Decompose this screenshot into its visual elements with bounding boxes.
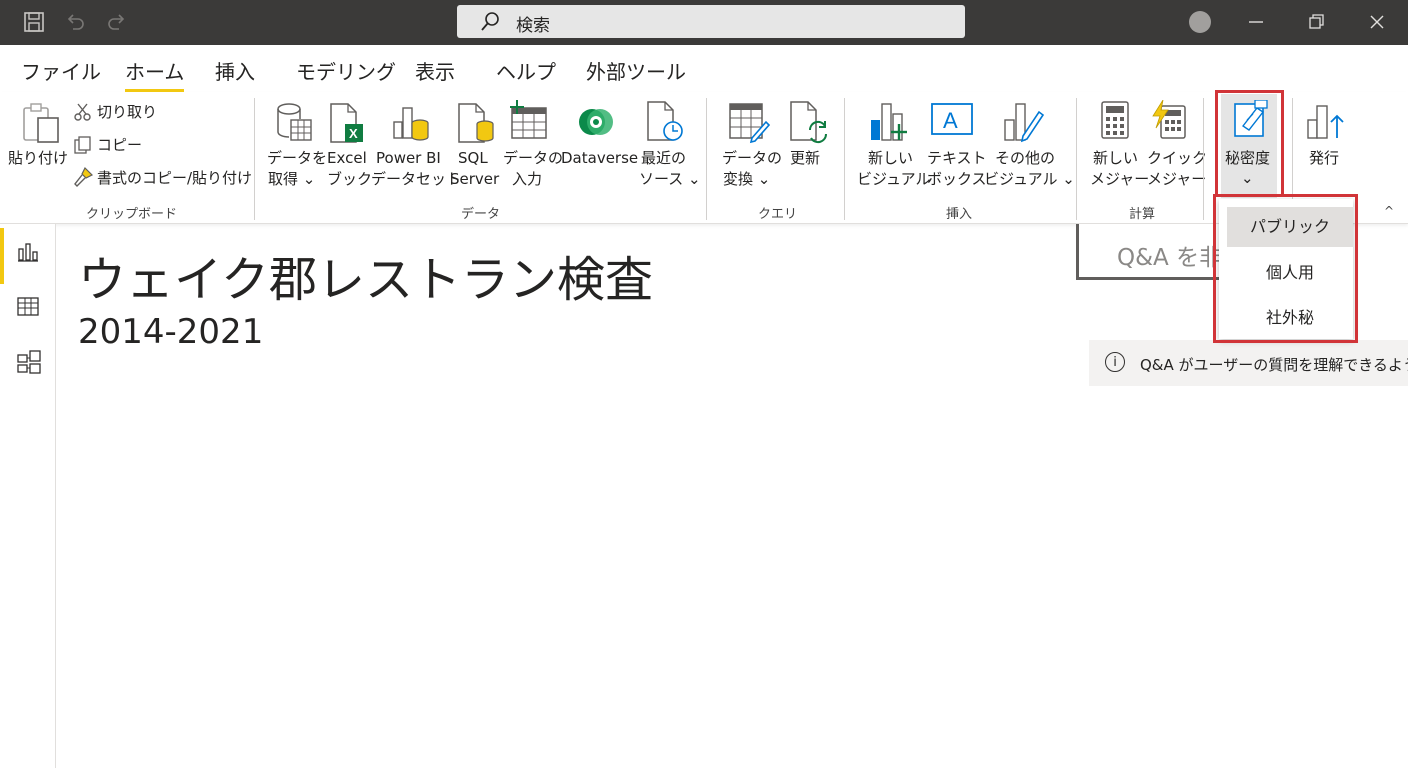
- separator: [254, 98, 255, 220]
- excel-label-2: ブック: [327, 170, 373, 188]
- data-group-label: データ: [461, 207, 501, 222]
- calc-group-label: 計算: [1129, 207, 1156, 222]
- text-box-label-2: ボックス: [927, 170, 987, 188]
- clipboard-group-label: クリップボード: [86, 207, 178, 222]
- calculator-icon: [1101, 101, 1129, 139]
- separator: [844, 98, 845, 220]
- format-painter-icon: [74, 166, 94, 187]
- recent-sources-icon: [647, 101, 683, 141]
- recent-sources-label-2: ソース ⌄: [639, 170, 701, 188]
- recent-sources-label-1: 最近の: [641, 149, 687, 167]
- excel-label-1: Excel: [327, 149, 367, 167]
- highlight-box: [1215, 90, 1284, 197]
- enter-data-label-2: 入力: [512, 170, 543, 188]
- report-view-icon[interactable]: [17, 241, 39, 263]
- highlight-box: [1213, 194, 1358, 343]
- text-box-label-1: テキスト: [927, 149, 987, 167]
- save-icon[interactable]: [21, 9, 47, 35]
- dataverse-label: Dataverse: [561, 149, 639, 167]
- info-icon: i: [1105, 352, 1125, 372]
- refresh-label: 更新: [790, 149, 821, 167]
- tab-external-tools[interactable]: 外部ツール: [586, 56, 686, 85]
- sql-server-icon: [458, 103, 494, 143]
- close-icon[interactable]: [1364, 9, 1390, 35]
- power-bi-dataset-icon: [393, 107, 429, 141]
- publish-icon: [1307, 105, 1344, 139]
- undo-icon[interactable]: [62, 9, 88, 35]
- quick-measure-label-2: メジャー: [1147, 170, 1207, 188]
- cut-label: 切り取り: [97, 103, 158, 121]
- active-view-indicator: [0, 228, 4, 284]
- collapse-ribbon-icon[interactable]: ^: [1384, 204, 1394, 218]
- new-measure-label-2: メジャー: [1090, 170, 1150, 188]
- enter-data-table-icon: [510, 100, 547, 139]
- sql-label-1: SQL: [458, 149, 488, 167]
- new-visual-icon: [871, 103, 907, 141]
- search-icon: [481, 12, 499, 31]
- model-view-icon[interactable]: [17, 350, 41, 374]
- qa-info-text: Q&A がユーザーの質問を理解できるように: [1140, 356, 1408, 374]
- qa-info-banner: i Q&A がユーザーの質問を理解できるように: [1089, 340, 1408, 386]
- search-placeholder: 検索: [516, 16, 550, 36]
- search-input[interactable]: 検索: [457, 5, 965, 38]
- transform-data-icon: [729, 103, 770, 144]
- power-bi-label-1: Power BI: [376, 149, 441, 167]
- sql-label-2: Server: [450, 170, 500, 188]
- table-view-icon[interactable]: [17, 296, 39, 318]
- query-group-label: クエリ: [758, 207, 798, 222]
- copy-label: コピー: [97, 136, 143, 154]
- tab-help[interactable]: ヘルプ: [496, 56, 556, 85]
- tab-home[interactable]: ホーム: [125, 56, 185, 92]
- ribbon-tabs: ファイル ホーム 挿入 モデリング 表示 ヘルプ 外部ツール: [0, 45, 1408, 92]
- more-visuals-label-1: その他の: [995, 149, 1056, 167]
- report-title: ウェイク郡レストラン検査: [78, 252, 654, 308]
- power-bi-label-2: データセット: [371, 170, 462, 188]
- new-visual-label-2: ビジュアル: [857, 170, 931, 188]
- restore-icon[interactable]: [1303, 9, 1329, 35]
- minimize-icon[interactable]: [1243, 9, 1269, 35]
- refresh-icon: [790, 101, 828, 144]
- insert-group-label: 挿入: [946, 207, 973, 222]
- quick-measure-label-1: クイック: [1147, 149, 1208, 167]
- new-visual-label-1: 新しい: [868, 149, 914, 167]
- quick-measure-icon: [1152, 100, 1186, 139]
- transform-data-label-2: 変換 ⌄: [723, 170, 771, 188]
- tab-modeling[interactable]: モデリング: [296, 56, 396, 85]
- account-avatar[interactable]: [1189, 11, 1211, 33]
- get-data-label-2: 取得 ⌄: [268, 170, 316, 188]
- publish-label: 発行: [1309, 149, 1340, 167]
- excel-icon: X: [330, 103, 363, 143]
- format-painter-label: 書式のコピー/貼り付け: [97, 169, 253, 187]
- qa-placeholder: Q&A を非: [1117, 245, 1223, 271]
- redo-icon[interactable]: [104, 9, 130, 35]
- separator: [706, 98, 707, 220]
- dataverse-icon: [579, 109, 613, 135]
- paste-label: 貼り付け: [8, 149, 69, 167]
- title-bar: 検索: [0, 0, 1408, 45]
- copy-icon: [74, 136, 91, 154]
- paste-icon: [23, 103, 59, 143]
- database-table-icon: [277, 103, 312, 141]
- separator: [1076, 98, 1077, 220]
- report-subtitle: 2014-2021: [78, 312, 264, 352]
- enter-data-label-1: データの: [503, 149, 564, 167]
- ribbon: 貼り付け 切り取り コピー 書式のコピー/貼り付け クリップボード データを 取…: [0, 92, 1408, 224]
- svg-text:X: X: [349, 126, 358, 141]
- more-visuals-icon: [1004, 103, 1045, 143]
- view-switcher: [0, 224, 56, 768]
- cut-icon: [74, 103, 91, 121]
- tab-view[interactable]: 表示: [415, 56, 455, 85]
- tab-file[interactable]: ファイル: [21, 56, 101, 85]
- text-box-icon: A: [931, 103, 973, 135]
- new-measure-label-1: 新しい: [1093, 149, 1139, 167]
- separator: [1203, 98, 1204, 220]
- transform-data-label-1: データの: [722, 149, 783, 167]
- svg-text:A: A: [943, 108, 958, 133]
- more-visuals-label-2: ビジュアル ⌄: [984, 170, 1075, 188]
- get-data-label-1: データを: [267, 149, 328, 167]
- tab-insert[interactable]: 挿入: [215, 56, 255, 85]
